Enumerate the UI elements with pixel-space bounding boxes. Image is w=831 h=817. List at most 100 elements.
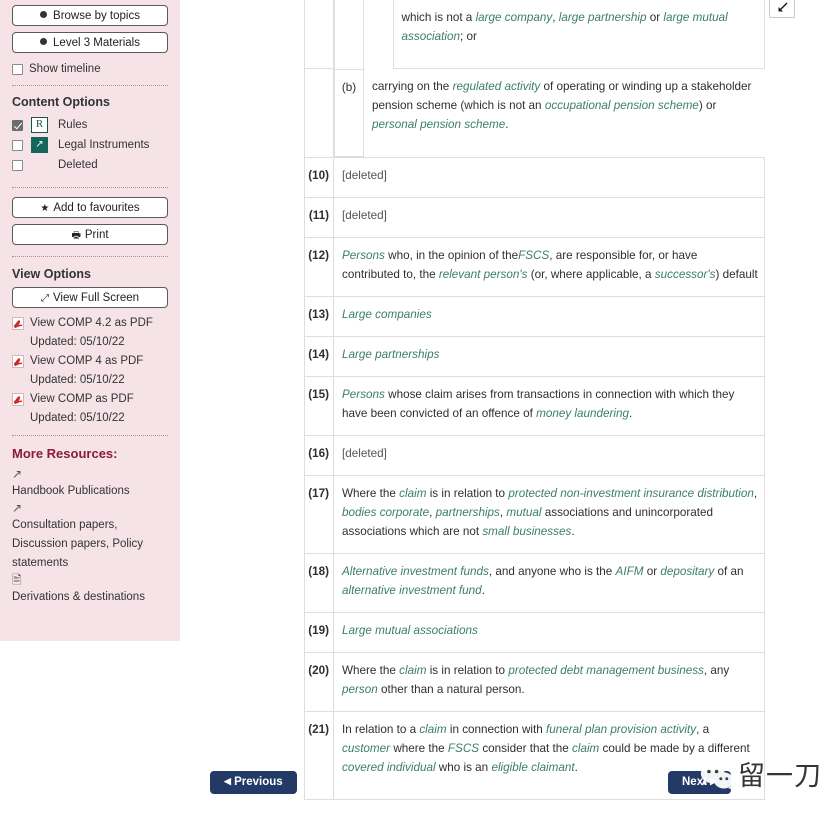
row-text: [deleted] xyxy=(333,434,765,476)
pdf-icon xyxy=(12,393,24,406)
divider xyxy=(12,85,168,86)
table-row: (12) Persons who, in the opinion of theF… xyxy=(304,236,765,297)
view-full-screen-label: View Full Screen xyxy=(52,292,140,304)
print-button[interactable]: 🖶 Print xyxy=(12,224,168,245)
content-option-legal-instruments[interactable]: ↗ Legal Instruments xyxy=(12,135,170,155)
resource-handbook-publications[interactable]: ↗ Handbook Publications xyxy=(12,467,170,501)
star-icon: ★ xyxy=(40,203,50,214)
expand-collapse-icon xyxy=(778,2,787,11)
divider xyxy=(12,187,168,188)
more-resources-title: More Resources: xyxy=(12,446,118,461)
nested-table: (b) carrying on the regulated activity o… xyxy=(334,68,765,157)
table-row: (b) carrying on the regulated activity o… xyxy=(304,68,765,158)
add-to-favourites-label: Add to favourites xyxy=(53,202,140,214)
checkbox-icon[interactable] xyxy=(12,139,23,151)
row-text: Where the claim is in relation to protec… xyxy=(333,474,765,554)
divider xyxy=(12,435,168,436)
row-text: Persons whose claim arises from transact… xyxy=(333,375,765,436)
row-number: (21) xyxy=(304,710,334,800)
checkbox-icon[interactable] xyxy=(12,119,23,131)
row-number: (16) xyxy=(304,434,334,476)
pdf-updated-date: Updated: 05/10/22 xyxy=(30,412,125,424)
row-text: Large companies xyxy=(333,295,765,337)
browse-by-topics-label: Browse by topics xyxy=(53,10,140,22)
previous-button[interactable]: ◀ Previous xyxy=(210,771,297,794)
previous-label: Previous xyxy=(234,776,283,788)
row-text: [deleted] xyxy=(333,156,765,198)
sub-label: (b) xyxy=(334,68,364,157)
table-row: which is not a large company, large part… xyxy=(304,0,765,69)
content-option-label: Legal Instruments xyxy=(58,139,150,151)
add-to-favourites-button[interactable]: ★ Add to favourites xyxy=(12,197,168,218)
row-number xyxy=(304,68,334,158)
print-label: Print xyxy=(84,229,109,241)
show-timeline-label: Show timeline xyxy=(29,63,101,75)
pdf-icon xyxy=(12,317,24,330)
level-3-materials-button[interactable]: Level 3 Materials xyxy=(12,32,168,53)
right-arrow-icon: ▶ xyxy=(710,776,718,786)
view-options-title: View Options xyxy=(12,267,91,281)
table-row: (15) Persons whose claim arises from tra… xyxy=(304,375,765,436)
level-3-materials-label: Level 3 Materials xyxy=(53,37,140,49)
pdf-icon xyxy=(12,355,24,368)
row-text: Large partnerships xyxy=(333,335,765,377)
main-content: which is not a large company, large part… xyxy=(180,0,831,817)
expand-collapse-button[interactable] xyxy=(769,0,795,18)
document-icon: 🖹 xyxy=(12,573,22,587)
table-row: (11) [deleted] xyxy=(304,196,765,238)
rules-badge-icon: R xyxy=(31,117,48,133)
content-option-label: Rules xyxy=(58,119,88,131)
browse-by-topics-button[interactable]: Browse by topics xyxy=(12,5,168,26)
table-row: (16) [deleted] xyxy=(304,434,765,476)
view-full-screen-button[interactable]: ⤢ View Full Screen xyxy=(12,287,168,308)
row-text: Large mutual associations xyxy=(333,611,765,653)
table-row: (14) Large partnerships xyxy=(304,335,765,377)
pdf-link-label: View COMP 4 as PDF xyxy=(30,355,144,367)
pdf-link-label: View COMP 4.2 as PDF xyxy=(30,317,153,329)
checkbox-icon[interactable] xyxy=(12,63,23,75)
next-button[interactable]: Next ▶ xyxy=(668,771,732,794)
row-text: Alternative investment funds, and anyone… xyxy=(333,552,765,613)
external-link-icon: ↗ xyxy=(12,501,23,515)
bullet-icon xyxy=(40,11,48,19)
left-arrow-icon: ◀ xyxy=(224,776,231,786)
pdf-updated-date: Updated: 05/10/22 xyxy=(30,374,125,386)
row-number: (15) xyxy=(304,375,334,436)
content-option-deleted[interactable]: Deleted xyxy=(12,155,170,175)
row-number: (11) xyxy=(304,196,334,238)
external-link-badge-icon: ↗ xyxy=(31,137,48,153)
table-row: (17) Where the claim is in relation to p… xyxy=(304,474,765,554)
content-option-label: Deleted xyxy=(58,159,98,171)
pdf-link-comp[interactable]: View COMP as PDF xyxy=(12,392,170,406)
row-text: which is not a large company, large part… xyxy=(392,0,765,69)
table-row: (10) [deleted] xyxy=(304,156,765,198)
pdf-link-comp-4[interactable]: View COMP 4 as PDF xyxy=(12,354,170,368)
pdf-link-label: View COMP as PDF xyxy=(30,393,134,405)
show-timeline-checkbox[interactable]: Show timeline xyxy=(12,63,170,75)
resource-consultation-papers[interactable]: ↗ Consultation papers, Discussion papers… xyxy=(12,501,170,573)
pdf-updated-date: Updated: 05/10/22 xyxy=(30,336,125,348)
table-row: (19) Large mutual associations xyxy=(304,611,765,653)
blank-badge xyxy=(31,157,48,173)
external-link-icon: ↗ xyxy=(12,467,23,481)
bullet-icon xyxy=(40,38,48,46)
nested-table: which is not a large company, large part… xyxy=(334,0,765,69)
resource-derivations-destinations[interactable]: 🖹 Derivations & destinations xyxy=(12,573,170,607)
nested-table-inner: which is not a large company, large part… xyxy=(364,0,765,69)
row-number: (20) xyxy=(304,651,334,712)
pdf-link-comp-4-2[interactable]: View COMP 4.2 as PDF xyxy=(12,316,170,330)
handbook-page: Browse by topics Level 3 Materials Show … xyxy=(0,0,831,817)
divider xyxy=(12,256,168,257)
content-option-rules[interactable]: R Rules xyxy=(12,115,170,135)
resource-label: Derivations & destinations xyxy=(12,591,145,603)
row-number: (17) xyxy=(304,474,334,554)
row-text: Where the claim is in relation to protec… xyxy=(333,651,765,712)
table-row: (20) Where the claim is in relation to p… xyxy=(304,651,765,712)
row-number: (10) xyxy=(304,156,334,198)
checkbox-icon[interactable] xyxy=(12,159,23,171)
resource-label: Consultation papers, Discussion papers, … xyxy=(12,519,144,569)
row-number: (13) xyxy=(304,295,334,337)
row-text: [deleted] xyxy=(333,196,765,238)
sidebar: Browse by topics Level 3 Materials Show … xyxy=(0,0,180,641)
next-label: Next xyxy=(682,776,707,788)
